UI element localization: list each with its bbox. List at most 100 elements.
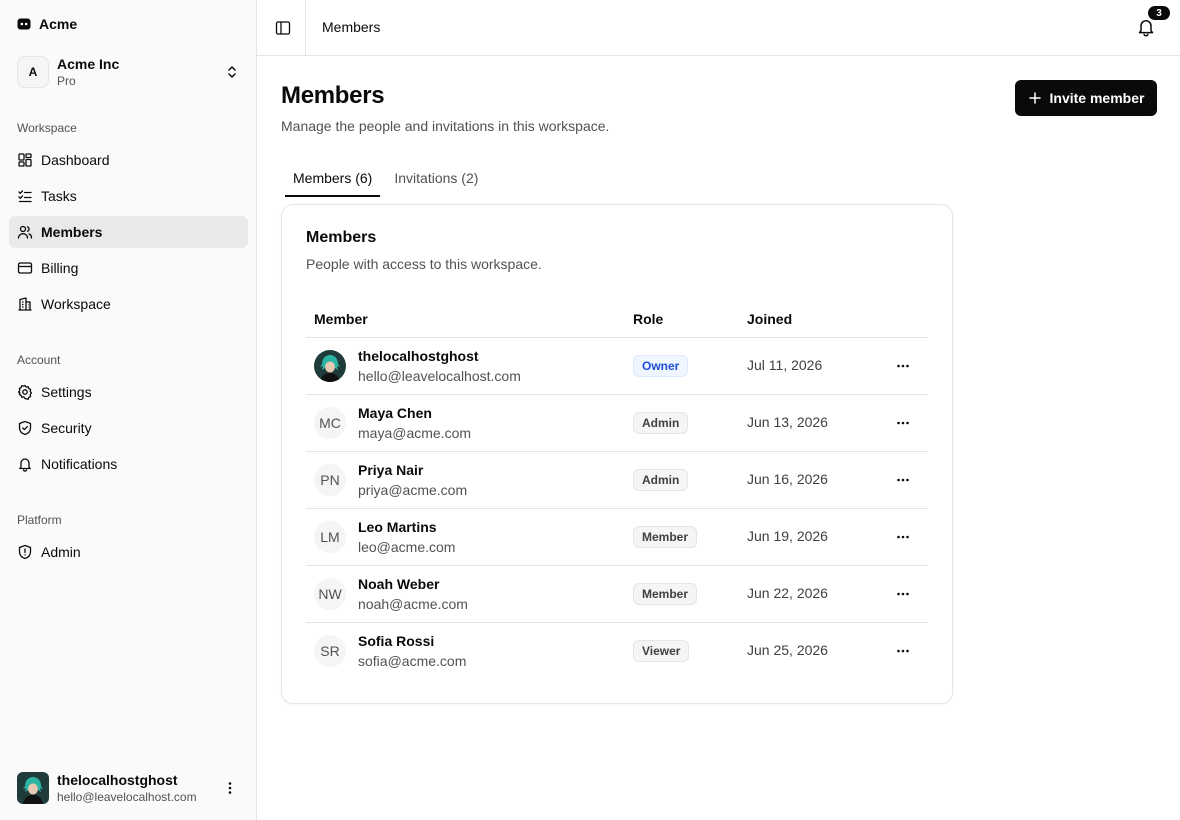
- more-horizontal-icon[interactable]: [895, 415, 911, 431]
- sidebar-item-members[interactable]: Members: [9, 216, 248, 248]
- notification-count-badge: 3: [1148, 6, 1170, 20]
- joined-date: Jun 16, 2026: [747, 471, 828, 487]
- sidebar-item-label: Settings: [41, 384, 92, 400]
- team-name: Acme Inc: [57, 56, 120, 72]
- table-row: NW Noah Weber noah@acme.com Member Jun 2…: [306, 566, 928, 623]
- member-name: Maya Chen: [358, 405, 432, 421]
- shield-alert-icon: [18, 544, 32, 560]
- more-horizontal-icon[interactable]: [895, 586, 911, 602]
- card-title: Members: [306, 229, 377, 246]
- avatar: LM: [314, 521, 346, 553]
- tab-members[interactable]: Members (6): [285, 164, 381, 197]
- sidebar-toggle-button[interactable]: [273, 18, 293, 38]
- member-name: Leo Martins: [358, 519, 437, 535]
- column-header-member: Member: [314, 311, 368, 327]
- role-badge: Viewer: [633, 640, 690, 662]
- member-name: Noah Weber: [358, 576, 440, 592]
- table-row: PN Priya Nair priya@acme.com Admin Jun 1…: [306, 452, 928, 509]
- top-header: Members 3: [257, 0, 1180, 56]
- user-name: thelocalhostghost: [57, 772, 178, 788]
- sidebar-item-label: Tasks: [41, 188, 77, 204]
- sidebar-item-label: Dashboard: [41, 152, 110, 168]
- brand-name: Acme: [39, 16, 78, 32]
- page-title: Members: [281, 82, 385, 109]
- user-menu[interactable]: thelocalhostghost hello@leavelocalhost.c…: [9, 766, 248, 810]
- joined-date: Jun 13, 2026: [747, 414, 828, 430]
- avatar: [314, 350, 346, 382]
- avatar: NW: [314, 578, 346, 610]
- users-icon: [17, 225, 33, 239]
- credit-card-icon: [17, 262, 33, 274]
- member-email: noah@acme.com: [358, 596, 468, 612]
- group-label-platform: Platform: [17, 513, 62, 527]
- sidebar-item-tasks[interactable]: Tasks: [9, 180, 248, 212]
- column-header-joined: Joined: [747, 311, 793, 327]
- more-horizontal-icon[interactable]: [895, 358, 911, 374]
- table-header: Member Role Joined: [306, 301, 928, 338]
- joined-date: Jun 25, 2026: [747, 642, 828, 658]
- tab-invitations[interactable]: Invitations (2): [386, 164, 486, 197]
- role-badge: Member: [633, 526, 698, 548]
- sidebar: Acme A Acme Inc Pro Workspace Dashboard …: [0, 0, 257, 820]
- joined-date: Jul 11, 2026: [747, 357, 823, 373]
- avatar: SR: [314, 635, 346, 667]
- chevrons-up-down-icon: [228, 66, 236, 78]
- header-divider: [305, 0, 306, 56]
- sidebar-item-label: Members: [41, 224, 103, 240]
- member-email: maya@acme.com: [358, 425, 472, 441]
- tabs: Members (6) Invitations (2): [285, 164, 486, 197]
- page-subtitle: Manage the people and invitations in thi…: [281, 118, 610, 134]
- sidebar-item-admin[interactable]: Admin: [9, 536, 248, 568]
- sidebar-item-security[interactable]: Security: [9, 412, 248, 444]
- table-row: MC Maya Chen maya@acme.com Admin Jun 13,…: [306, 395, 928, 452]
- more-vertical-icon[interactable]: [222, 780, 238, 796]
- sidebar-item-billing[interactable]: Billing: [9, 252, 248, 284]
- member-name: Priya Nair: [358, 462, 424, 478]
- group-label-workspace: Workspace: [17, 121, 77, 135]
- bell-icon: [19, 458, 31, 472]
- table-row: LM Leo Martins leo@acme.com Member Jun 1…: [306, 509, 928, 566]
- avatar: PN: [314, 464, 346, 496]
- role-badge: Admin: [633, 469, 689, 491]
- sidebar-item-dashboard[interactable]: Dashboard: [9, 144, 248, 176]
- role-badge: Member: [633, 583, 698, 605]
- member-name: Sofia Rossi: [358, 633, 435, 649]
- shield-icon: [18, 420, 32, 436]
- gear-icon: [17, 384, 33, 400]
- sidebar-item-workspace[interactable]: Workspace: [9, 288, 248, 320]
- more-horizontal-icon[interactable]: [895, 529, 911, 545]
- invite-member-label: Invite member: [1049, 90, 1145, 106]
- column-header-role: Role: [633, 311, 664, 327]
- logo-icon: [17, 18, 31, 30]
- member-email: sofia@acme.com: [358, 653, 467, 669]
- notifications-button[interactable]: [1136, 17, 1156, 37]
- bell-icon: [1138, 20, 1154, 37]
- member-name: thelocalhostghost: [358, 348, 479, 364]
- invite-member-button[interactable]: Invite member: [1015, 80, 1157, 116]
- sidebar-item-settings[interactable]: Settings: [9, 376, 248, 408]
- plus-icon: [1028, 92, 1041, 104]
- user-avatar: [17, 772, 49, 804]
- role-badge: Owner: [633, 355, 689, 377]
- panel-left-icon: [275, 21, 291, 35]
- sidebar-item-label: Security: [41, 420, 92, 436]
- member-email: leo@acme.com: [358, 539, 456, 555]
- tasks-icon: [18, 190, 32, 203]
- more-horizontal-icon[interactable]: [895, 472, 911, 488]
- more-horizontal-icon[interactable]: [895, 643, 911, 659]
- members-card: Members People with access to this works…: [281, 204, 953, 704]
- team-switcher[interactable]: A Acme Inc Pro: [9, 50, 248, 94]
- breadcrumb: Members: [322, 19, 381, 35]
- joined-date: Jun 22, 2026: [747, 585, 828, 601]
- member-email: hello@leavelocalhost.com: [358, 368, 521, 384]
- team-plan: Pro: [57, 74, 76, 88]
- sidebar-item-label: Admin: [41, 544, 81, 560]
- brand[interactable]: Acme: [17, 14, 77, 34]
- joined-date: Jun 19, 2026: [747, 528, 828, 544]
- role-badge: Admin: [633, 412, 689, 434]
- sidebar-item-notifications[interactable]: Notifications: [9, 448, 248, 480]
- table-row: thelocalhostghost hello@leavelocalhost.c…: [306, 338, 928, 395]
- group-label-account: Account: [17, 353, 61, 367]
- sidebar-item-label: Workspace: [41, 296, 111, 312]
- team-avatar: A: [17, 56, 49, 88]
